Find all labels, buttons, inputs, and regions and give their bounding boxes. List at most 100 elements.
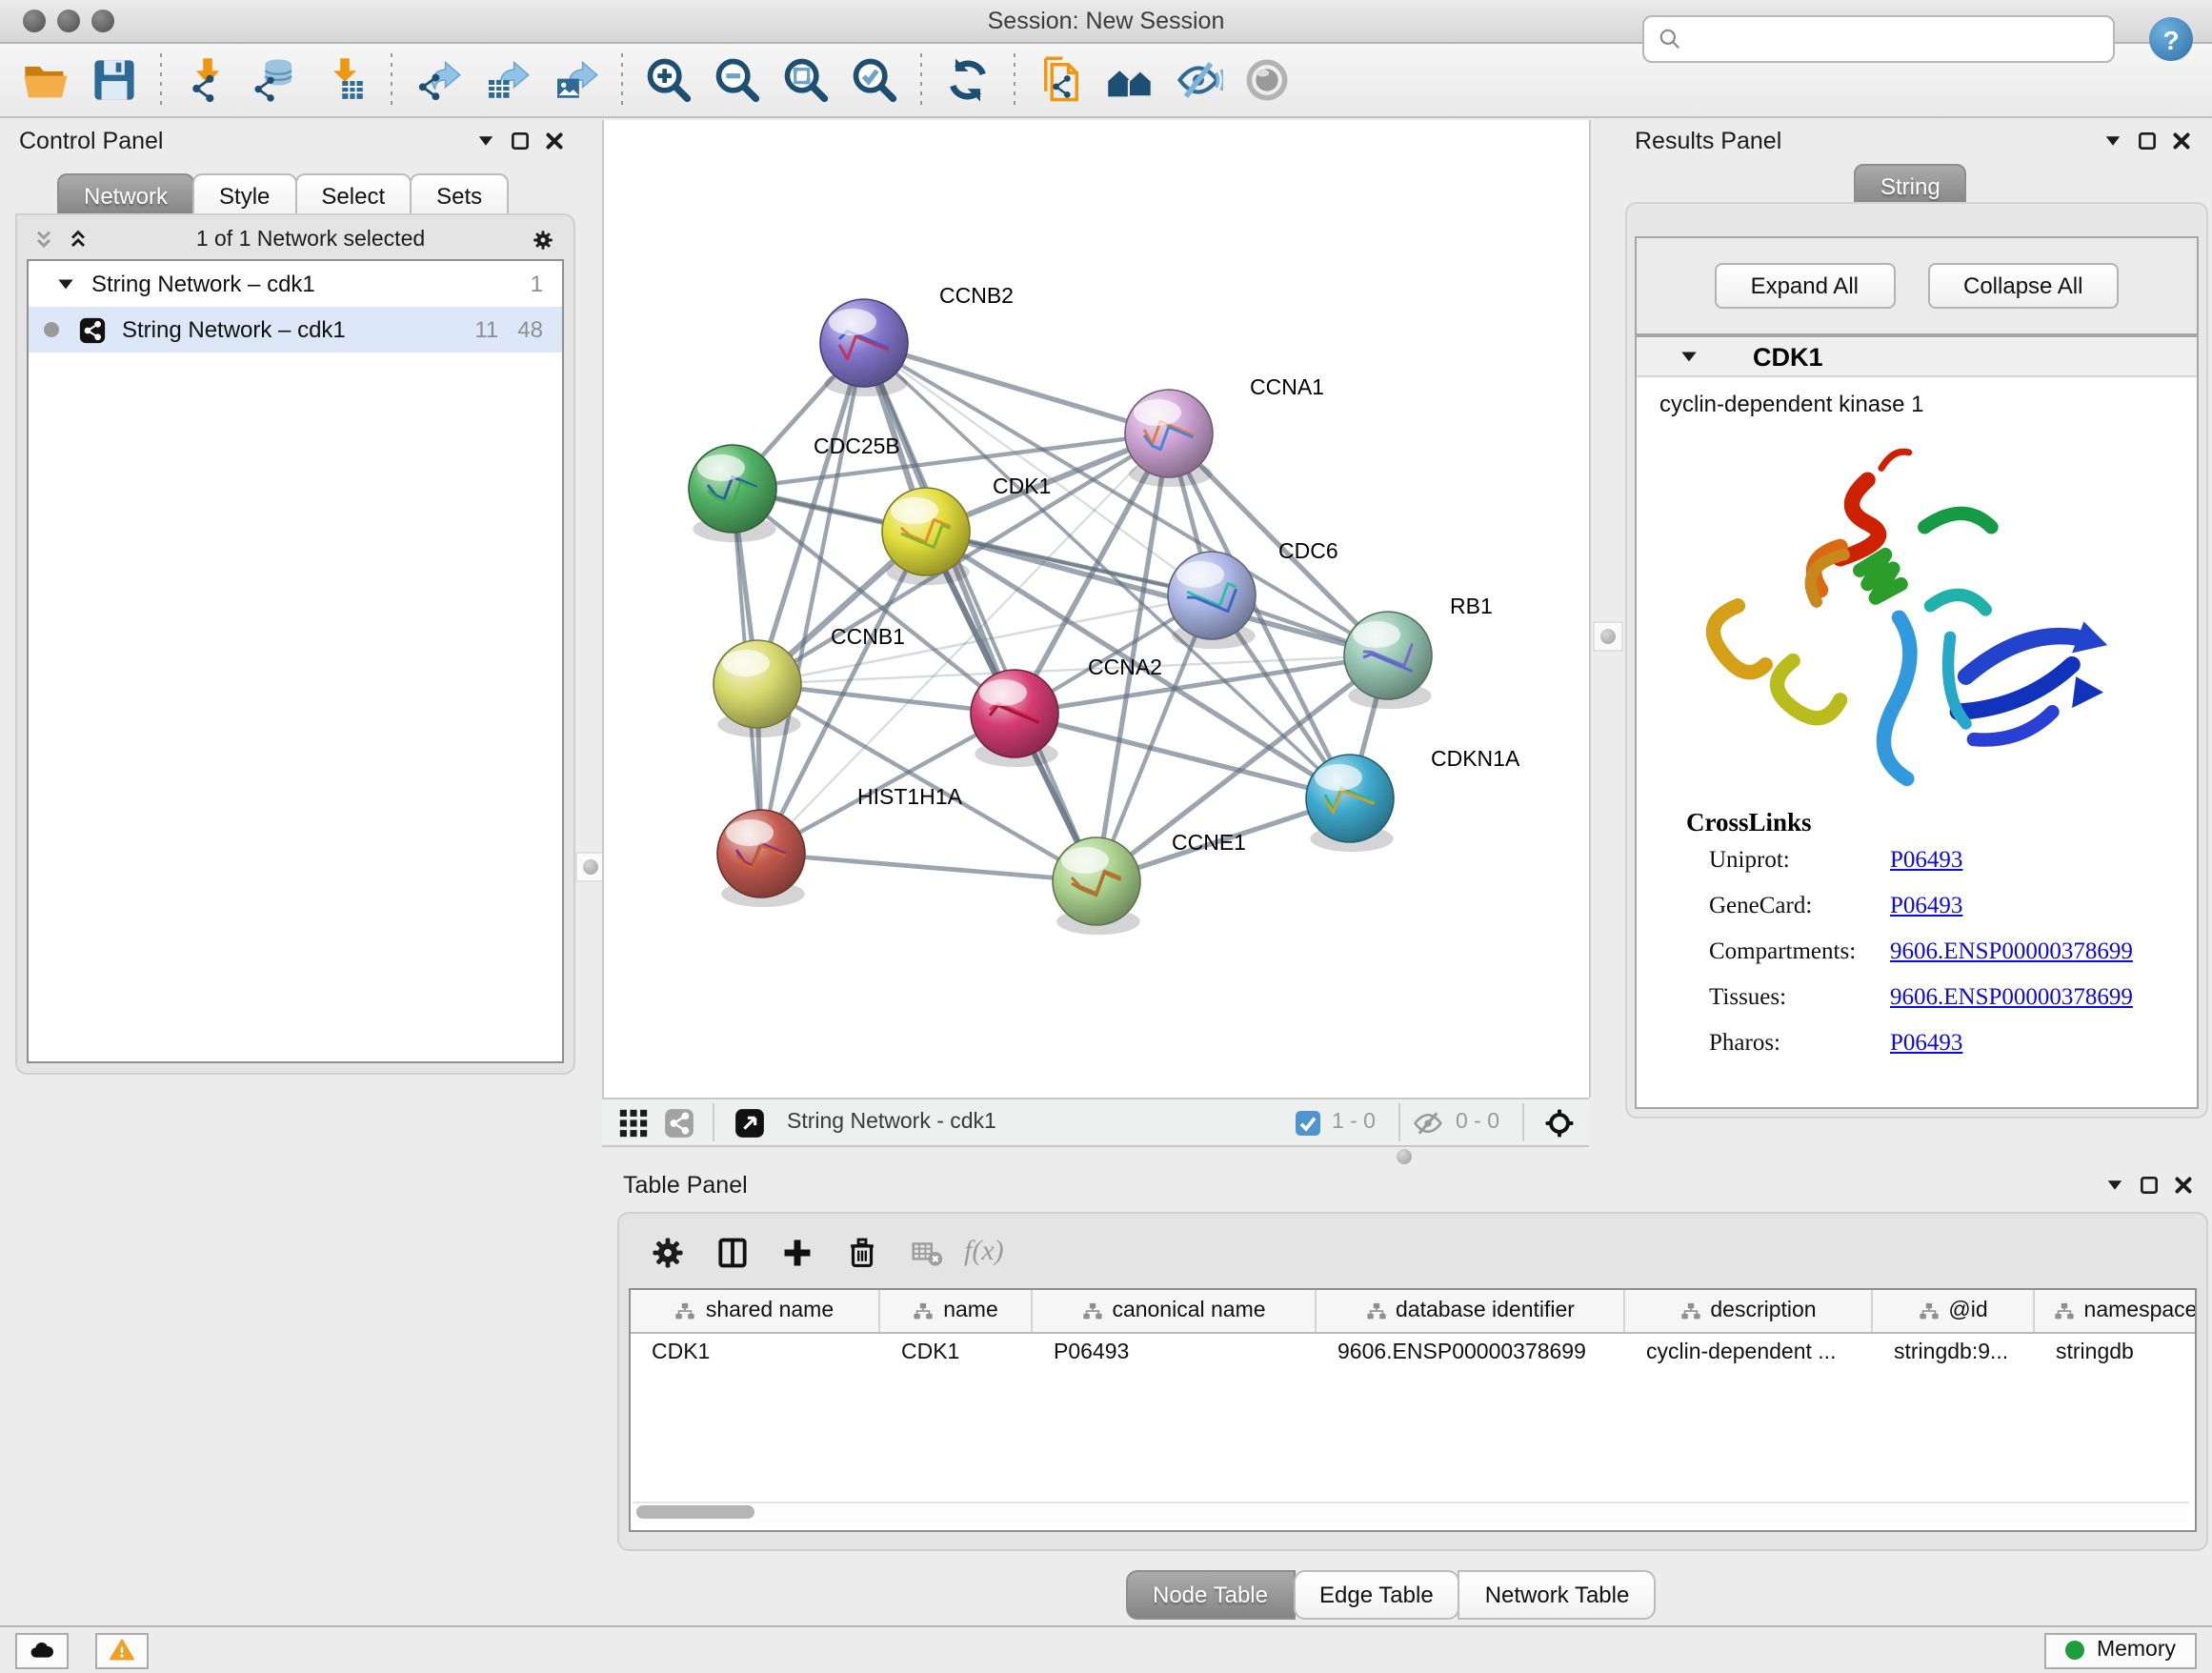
zoom-selected-button[interactable]	[842, 50, 907, 111]
column-header-description[interactable]: description	[1625, 1290, 1873, 1332]
zoom-in-button[interactable]	[636, 50, 701, 111]
control-panel-float-button[interactable]	[503, 126, 537, 156]
zoom-fit-content-button[interactable]	[774, 50, 838, 111]
crosslink-link[interactable]: P06493	[1890, 892, 1962, 920]
search-input[interactable]	[1692, 20, 2113, 58]
import-network-from-database-button[interactable]	[244, 50, 309, 111]
grid-view-button[interactable]	[610, 1101, 655, 1143]
crosslink-link[interactable]: P06493	[1890, 846, 1962, 875]
cell-databaseidentifier[interactable]: 9606.ENSP00000378699	[1317, 1341, 1625, 1364]
column-header-namespace[interactable]: namespace	[2035, 1290, 2197, 1332]
node-CDC25B[interactable]	[689, 445, 776, 542]
node-CDC6[interactable]	[1168, 552, 1256, 649]
collapse-all-button[interactable]: Collapse All	[1927, 263, 2119, 309]
crosslink-link[interactable]: P06493	[1890, 1029, 1962, 1058]
export-network-button[interactable]	[406, 50, 471, 111]
hide-graphics-details-button[interactable]	[1166, 50, 1231, 111]
node-CDK1[interactable]	[882, 488, 970, 585]
cell-id[interactable]: stringdb:9...	[1873, 1341, 2035, 1364]
table-row[interactable]: CDK1CDK1P064939606.ENSP00000378699cyclin…	[631, 1334, 2195, 1372]
right-splitter-handle[interactable]	[1593, 621, 1623, 652]
expand-all-networks-button[interactable]	[27, 225, 61, 255]
edge-CCNB2-CCNA1[interactable]	[864, 343, 1169, 433]
control-panel-menu-button[interactable]	[469, 126, 503, 156]
tab-select[interactable]: Select	[294, 173, 412, 217]
expand-all-button[interactable]: Expand All	[1715, 263, 1895, 309]
memory-status-button[interactable]: Memory	[2045, 1632, 2197, 1668]
table-options-gear-button[interactable]	[642, 1229, 692, 1275]
tab-style[interactable]: Style	[192, 173, 296, 217]
network-canvas[interactable]: CCNB2CCNA1CDC25BCDK1CDC6RB1CCNB1CCNA2CDK…	[602, 120, 1591, 1098]
tab-sets[interactable]: Sets	[410, 173, 509, 217]
node-CCNA2[interactable]	[971, 670, 1058, 767]
node-CCNA1[interactable]	[1125, 390, 1213, 487]
apply-preferred-layout-button[interactable]	[935, 50, 1000, 111]
birdseye-eye-button[interactable]	[1235, 50, 1299, 111]
node-CCNE1[interactable]	[1053, 837, 1140, 935]
cloud-status-button[interactable]	[15, 1632, 69, 1668]
node-CCNB2[interactable]	[820, 299, 908, 396]
column-header-id[interactable]: @id	[1873, 1290, 2035, 1332]
node-CDKN1A[interactable]	[1306, 755, 1394, 852]
column-header-canonicalname[interactable]: canonical name	[1033, 1290, 1317, 1332]
zoom-out-button[interactable]	[705, 50, 770, 111]
table-panel-close-button[interactable]	[2166, 1170, 2201, 1200]
table-panel-float-button[interactable]	[2132, 1170, 2166, 1200]
results-panel-close-button[interactable]	[2164, 126, 2199, 156]
tab-network[interactable]: Network	[57, 173, 194, 217]
results-panel-float-button[interactable]	[2130, 126, 2164, 156]
cell-canonicalname[interactable]: P06493	[1033, 1341, 1317, 1364]
float-window-icon	[2136, 130, 2159, 152]
export-table-button[interactable]	[474, 50, 539, 111]
tab-edge-table[interactable]: Edge Table	[1293, 1570, 1460, 1620]
bottom-splitter-handle[interactable]	[1391, 1143, 1418, 1170]
network-view-button[interactable]	[655, 1101, 701, 1143]
crosslink-link[interactable]: 9606.ENSP00000378699	[1890, 937, 2133, 966]
cell-description[interactable]: cyclin-dependent ...	[1625, 1341, 1873, 1364]
cell-namespace[interactable]: stringdb	[2035, 1341, 2197, 1364]
edge-layer	[733, 343, 1388, 881]
network-options-gear-button[interactable]	[526, 225, 560, 255]
collapse-caret-icon[interactable]	[1679, 346, 1699, 367]
open-session-button[interactable]	[13, 50, 78, 111]
column-header-sharedname[interactable]: shared name	[631, 1290, 880, 1332]
edge-HIST1H1A-CCNE1[interactable]	[761, 854, 1096, 881]
import-table-from-file-button[interactable]	[312, 50, 377, 111]
crosslink-link[interactable]: 9606.ENSP00000378699	[1890, 983, 2133, 1012]
network-tree-row[interactable]: String Network – cdk1 1	[29, 261, 562, 307]
scrollbar-thumb[interactable]	[636, 1505, 754, 1519]
results-panel-menu-button[interactable]	[2096, 126, 2130, 156]
collapse-all-networks-button[interactable]	[61, 225, 95, 255]
tab-node-table[interactable]: Node Table	[1126, 1570, 1295, 1620]
column-header-databaseidentifier[interactable]: database identifier	[1317, 1290, 1625, 1332]
table-panel-menu-button[interactable]	[2098, 1170, 2132, 1200]
detach-view-button[interactable]	[726, 1101, 772, 1143]
node-CCNB1[interactable]	[714, 640, 801, 737]
export-image-button[interactable]	[543, 50, 608, 111]
column-header-name[interactable]: name	[880, 1290, 1033, 1332]
birdseye-navigator-button[interactable]	[1536, 1101, 1581, 1143]
delete-table-button[interactable]	[901, 1229, 951, 1275]
warnings-button[interactable]	[95, 1632, 149, 1668]
save-session-button[interactable]	[82, 50, 147, 111]
network-tree-row[interactable]: String Network – cdk1 11 48	[29, 307, 562, 353]
node-RB1[interactable]	[1344, 612, 1432, 709]
cell-sharedname[interactable]: CDK1	[631, 1341, 880, 1364]
import-network-from-file-button[interactable]	[175, 50, 240, 111]
table-horizontal-scrollbar[interactable]	[633, 1502, 2189, 1522]
selected-checkbox-icon[interactable]	[1296, 1110, 1320, 1135]
expander-caret-icon[interactable]	[55, 273, 76, 294]
cell-name[interactable]: CDK1	[880, 1341, 1033, 1364]
new-network-from-selection-button[interactable]	[1029, 50, 1094, 111]
node-HIST1H1A[interactable]	[717, 810, 805, 907]
column-label: namespace	[2084, 1300, 2197, 1322]
tab-network-table[interactable]: Network Table	[1458, 1570, 1657, 1620]
show-columns-button[interactable]	[707, 1229, 756, 1275]
delete-column-button[interactable]	[836, 1229, 886, 1275]
plus-icon	[778, 1234, 814, 1270]
gene-result-header[interactable]: CDK1	[1637, 337, 2197, 377]
control-panel-close-button[interactable]	[537, 126, 572, 156]
show-birdseye-houses-button[interactable]	[1097, 50, 1162, 111]
help-button[interactable]: ?	[2149, 17, 2193, 61]
add-column-button[interactable]	[772, 1229, 821, 1275]
